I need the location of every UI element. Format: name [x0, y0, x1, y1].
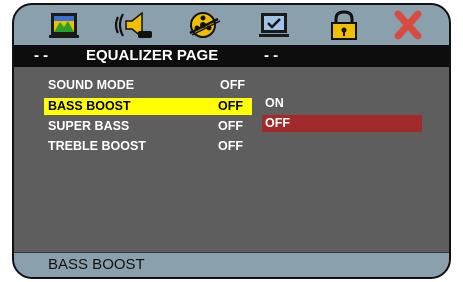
menu-item-label: TREBLE BOOST	[48, 139, 146, 153]
menu-item-value: OFF	[220, 78, 245, 92]
option-on[interactable]: ON	[262, 95, 422, 112]
page-title: EQUALIZER PAGE	[86, 47, 219, 64]
menu-item-label: SUPER BASS	[48, 119, 130, 133]
password-lock-icon[interactable]	[322, 9, 366, 41]
page-title-bar: - - EQUALIZER PAGE - -	[14, 45, 449, 67]
option-off[interactable]: OFF	[262, 115, 422, 132]
status-text: BASS BOOST	[48, 256, 145, 273]
menu-item-label: BASS BOOST	[48, 99, 131, 113]
menu-item-treble-boost[interactable]: TREBLE BOOST OFF	[44, 138, 252, 155]
setup-menu-panel: - - EQUALIZER PAGE - - SOUND MODE OFF BA…	[12, 3, 451, 279]
title-left-dashes: - -	[34, 47, 49, 64]
option-label: ON	[265, 96, 284, 110]
menu-item-super-bass[interactable]: SUPER BASS OFF	[44, 118, 252, 135]
audio-setup-icon[interactable]	[112, 9, 156, 41]
general-setup-icon[interactable]	[42, 9, 86, 41]
title-right-dashes: - -	[264, 47, 279, 64]
option-label: OFF	[265, 116, 290, 130]
status-bar: BASS BOOST	[14, 252, 449, 277]
video-setup-icon[interactable]	[182, 9, 226, 41]
preference-icon[interactable]	[252, 9, 296, 41]
exit-icon[interactable]	[386, 9, 430, 41]
menu-item-value: OFF	[218, 139, 243, 153]
icon-toolbar	[14, 5, 449, 46]
menu-item-value: OFF	[218, 99, 243, 113]
menu-item-value: OFF	[218, 119, 243, 133]
menu-item-label: SOUND MODE	[48, 78, 135, 92]
menu-item-sound-mode[interactable]: SOUND MODE OFF	[44, 77, 252, 94]
menu-item-bass-boost[interactable]: BASS BOOST OFF	[44, 98, 252, 115]
